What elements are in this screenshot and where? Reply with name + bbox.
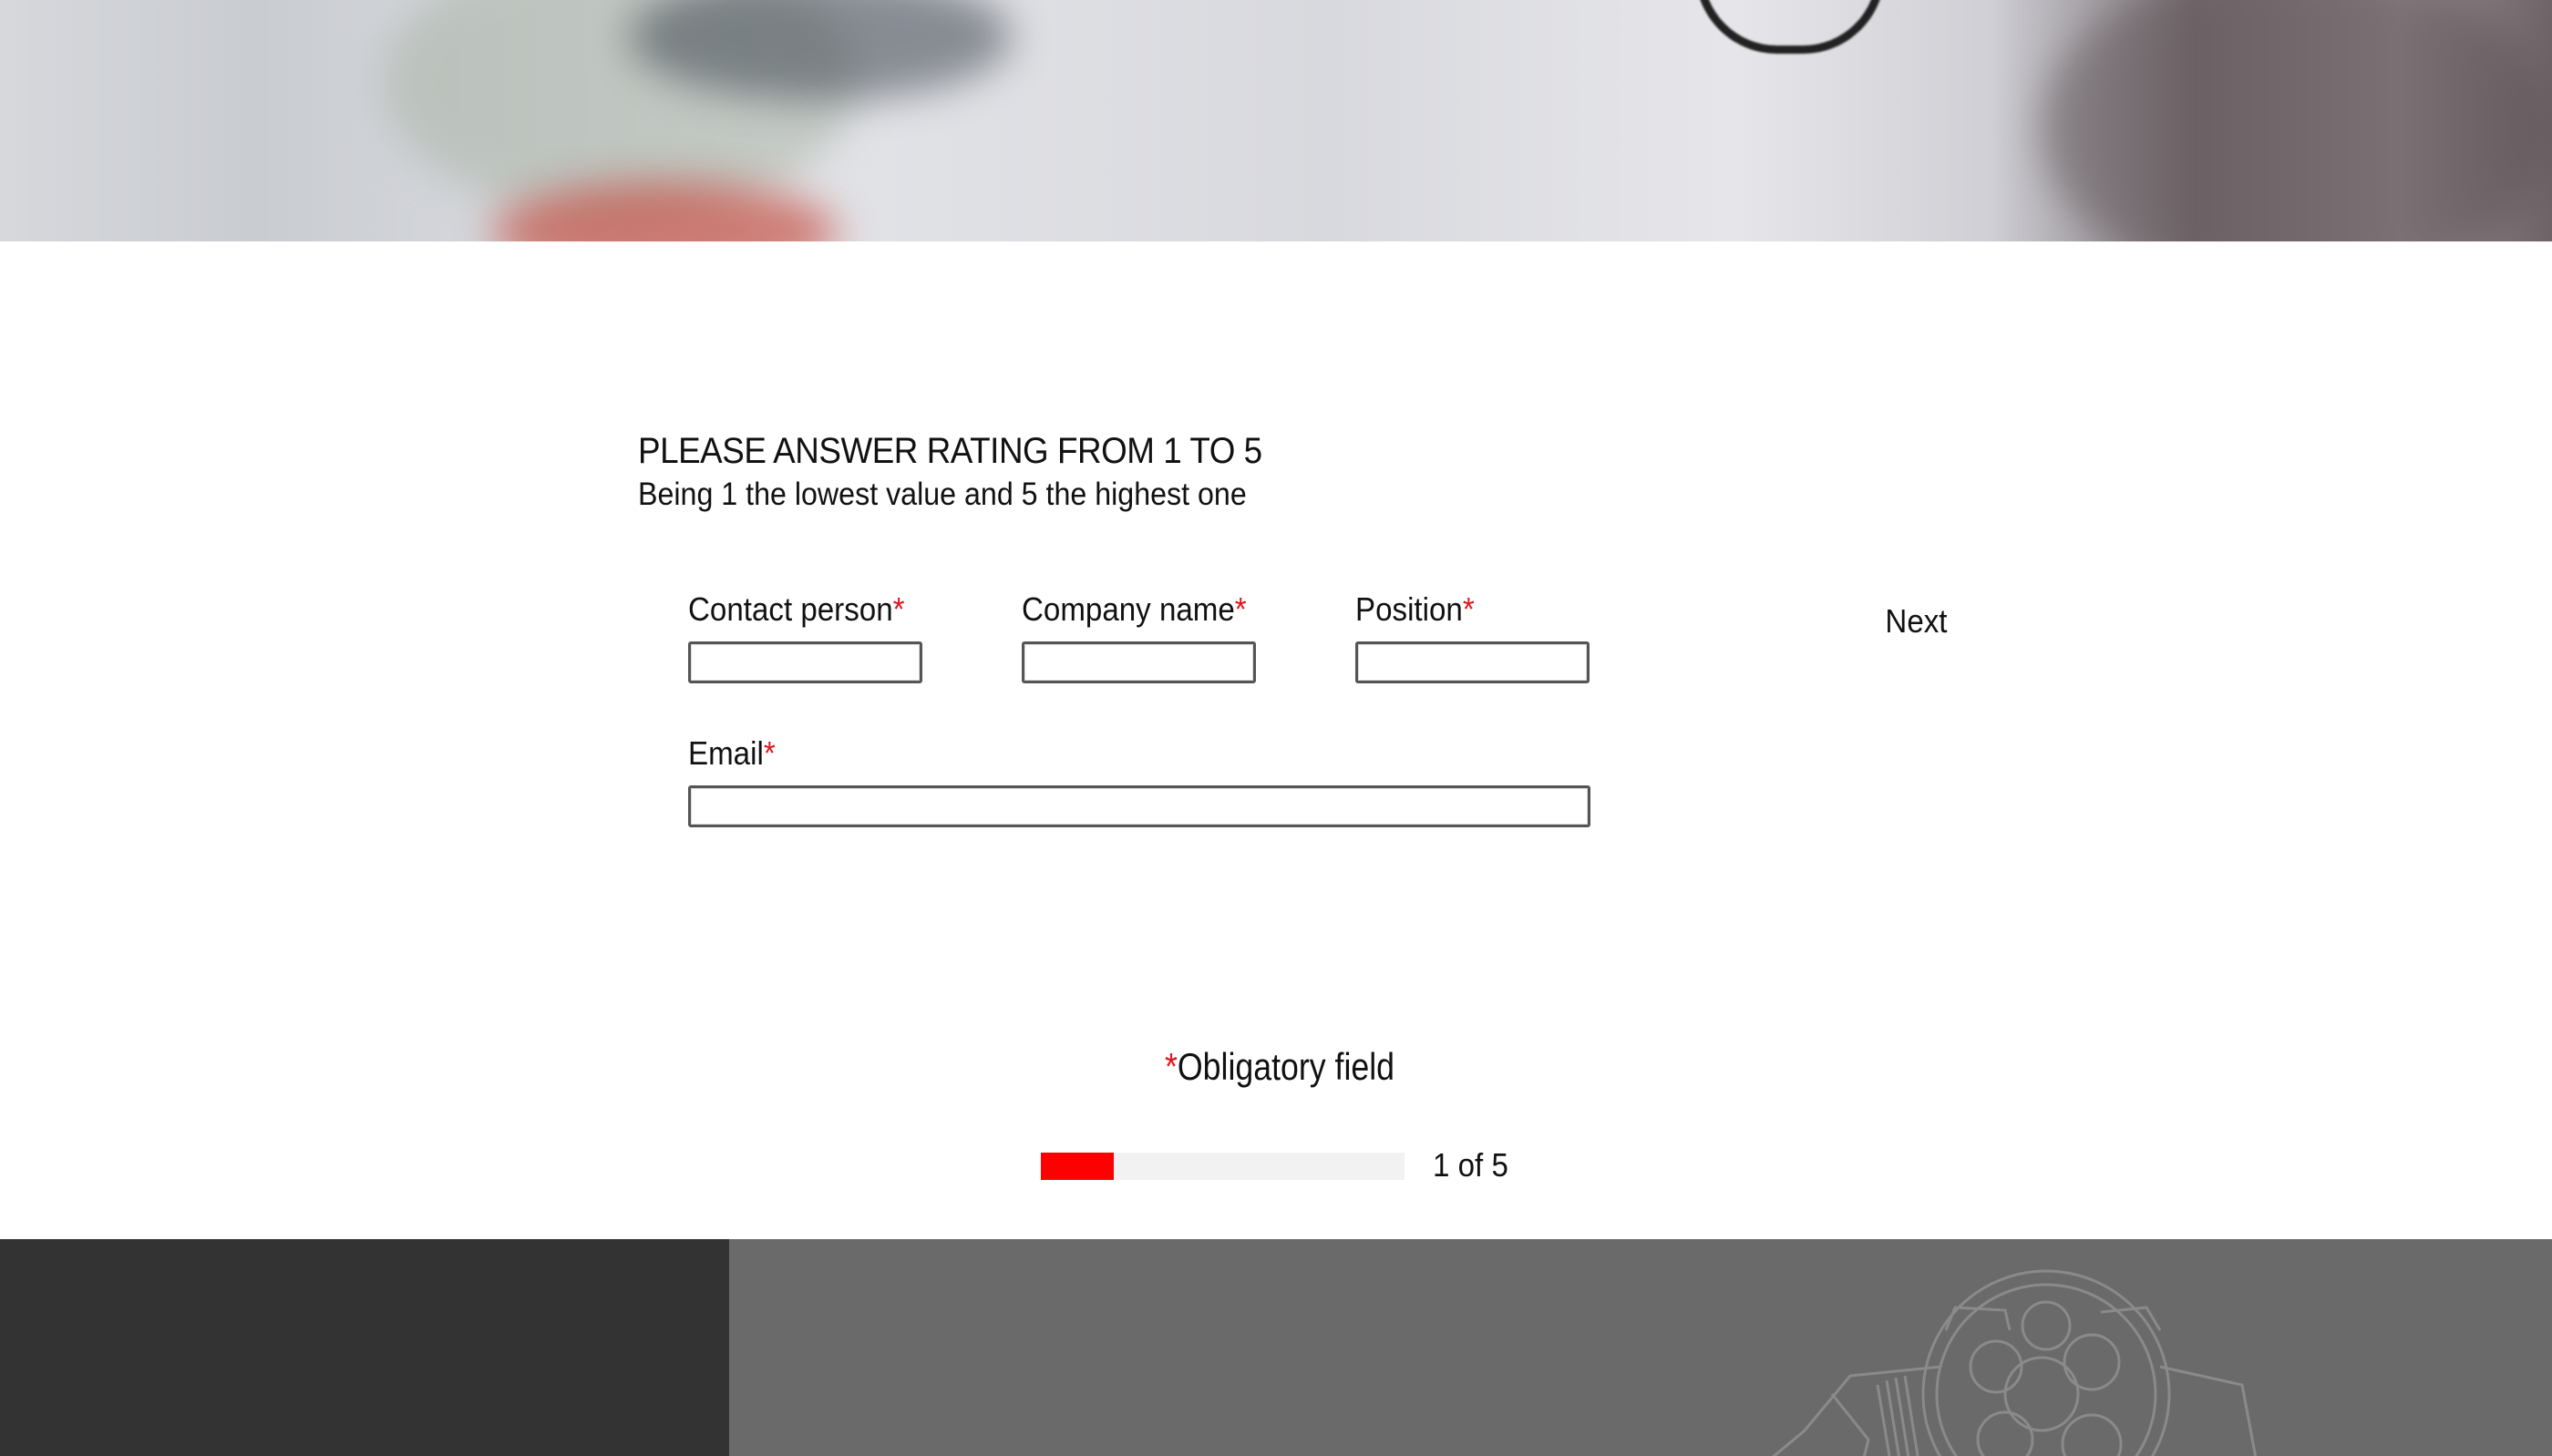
company-name-input[interactable]	[1022, 641, 1256, 683]
hero-letter-mark	[1695, 0, 1885, 54]
progress-bar	[1041, 1153, 1405, 1180]
footer-dark-panel	[0, 1239, 729, 1456]
next-button[interactable]: Next	[1868, 595, 1964, 648]
progress-label: 1 of 5	[1433, 1146, 1508, 1184]
progress-bar-fill	[1041, 1153, 1114, 1180]
required-mark: *	[1165, 1045, 1178, 1088]
required-mark: *	[1462, 590, 1475, 628]
hero-banner-image	[0, 0, 2552, 241]
email-field: Email*	[688, 732, 1590, 827]
survey-form: PLEASE ANSWER RATING FROM 1 TO 5 Being 1…	[0, 241, 2552, 1239]
form-title: PLEASE ANSWER RATING FROM 1 TO 5	[638, 431, 1262, 471]
email-input[interactable]	[688, 785, 1590, 827]
position-input[interactable]	[1355, 641, 1590, 683]
footer-gray-panel	[729, 1239, 2552, 1456]
required-mark: *	[892, 590, 905, 628]
required-mark: *	[763, 734, 776, 772]
email-label: Email*	[688, 734, 776, 772]
obligatory-field-note: *Obligatory field	[1165, 1045, 1395, 1088]
hero-blur-shape	[2042, 0, 2552, 241]
company-name-field: Company name*	[1022, 588, 1266, 683]
required-mark: *	[1234, 590, 1247, 628]
position-label: Position*	[1355, 590, 1475, 628]
contact-person-label: Contact person*	[688, 590, 905, 628]
watch-line-art-icon	[1772, 1269, 2258, 1456]
form-subtitle: Being 1 the lowest value and 5 the highe…	[638, 477, 1247, 512]
position-field: Position*	[1355, 588, 1590, 683]
company-name-label: Company name*	[1022, 590, 1247, 628]
contact-person-input[interactable]	[688, 641, 922, 683]
contact-person-field: Contact person*	[688, 588, 923, 683]
